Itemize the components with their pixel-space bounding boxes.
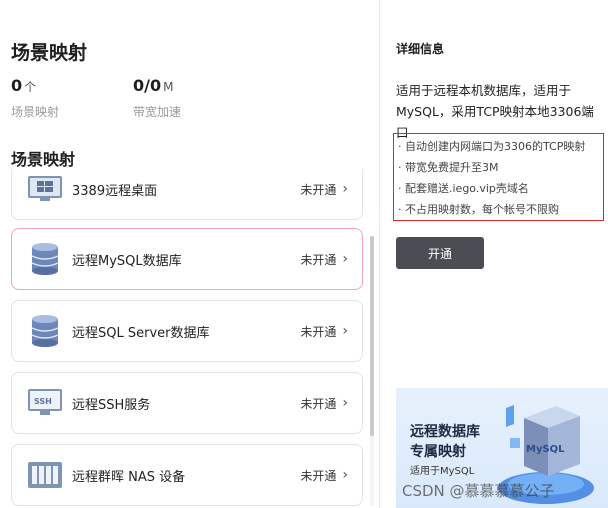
nas-icon	[28, 458, 62, 492]
chevron-right-icon: ›	[342, 251, 348, 267]
page: 场景映射 0个 场景映射 0/0 M 带宽加速 场景映射 3389远程桌面 未开…	[0, 0, 608, 508]
scenario-card-mysql[interactable]: 远程MySQL数据库 未开通 ›	[11, 228, 363, 290]
feature-item: · 带宽免费提升至3M	[398, 161, 499, 174]
section-title: 场景映射	[11, 150, 76, 169]
feature-item: · 不占用映射数，每个帐号不限购	[398, 203, 559, 216]
stat-label: 场景映射	[11, 105, 60, 119]
feature-item: · 自动创建内网端口为3306的TCP映射	[398, 140, 586, 153]
detail-panel: 详细信息 适用于远程本机数据库，适用于MySQL，采用TCP映射本地3306端口…	[381, 0, 608, 508]
scrollbar-thumb[interactable]	[370, 236, 374, 436]
scenario-card-ssh[interactable]: SSH 远程SSH服务 未开通 ›	[11, 372, 363, 434]
scenario-name: 远程MySQL数据库	[72, 253, 182, 269]
database-icon	[28, 242, 62, 276]
stat-unit: M	[163, 80, 174, 94]
banner-line1: 远程数据库	[410, 424, 480, 440]
chevron-right-icon: ›	[342, 323, 348, 339]
scenario-status: 未开通	[300, 182, 337, 197]
chevron-right-icon: ›	[342, 395, 348, 411]
left-panel: 场景映射 0个 场景映射 0/0 M 带宽加速 场景映射 3389远程桌面 未开…	[0, 0, 380, 508]
watermark: CSDN @慕慕慕慕公子	[402, 482, 555, 500]
open-button[interactable]: 开通	[396, 237, 484, 269]
ssh-monitor-icon: SSH	[28, 386, 62, 420]
stat-label: 带宽加速	[133, 105, 182, 119]
page-title: 场景映射	[11, 42, 88, 64]
scenario-name: 远程群晖 NAS 设备	[72, 469, 186, 485]
chevron-right-icon: ›	[342, 467, 348, 483]
chevron-right-icon: ›	[342, 181, 348, 197]
database-icon	[28, 314, 62, 348]
stat-value: 0/0	[133, 76, 162, 95]
scenario-card-nas[interactable]: 远程群晖 NAS 设备 未开通 ›	[11, 444, 363, 506]
scenario-status: 未开通	[300, 324, 337, 339]
stat-bandwidth: 0/0 M 带宽加速	[133, 76, 181, 120]
scenario-list: 3389远程桌面 未开通 › 远程MySQL数据库 未开通 › 远程SQL Se…	[11, 170, 363, 508]
scenario-card-sqlserver[interactable]: 远程SQL Server数据库 未开通 ›	[11, 300, 363, 362]
banner-product-text: MySQL	[526, 444, 565, 455]
scenario-name: 3389远程桌面	[72, 183, 158, 199]
scenario-name: 远程SSH服务	[72, 397, 151, 413]
feature-list: · 自动创建内网端口为3306的TCP映射 · 带宽免费提升至3M · 配套赠送…	[393, 133, 604, 221]
stat-unit: 个	[24, 80, 37, 94]
scenario-card-rdp[interactable]: 3389远程桌面 未开通 ›	[11, 170, 363, 220]
stat-scene-count: 0个 场景映射	[11, 76, 59, 120]
scenario-status: 未开通	[300, 252, 337, 267]
scenario-status: 未开通	[300, 396, 337, 411]
stat-value: 0	[11, 76, 23, 95]
detail-heading: 详细信息	[396, 42, 445, 56]
windows-icon	[28, 172, 62, 206]
svg-text:SSH: SSH	[34, 397, 52, 406]
scenario-name: 远程SQL Server数据库	[72, 325, 210, 341]
scenario-status: 未开通	[300, 468, 337, 483]
banner-line2: 专属映射	[410, 444, 466, 460]
banner-caption: 适用于MySQL	[410, 466, 475, 477]
banner-heading: 远程数据库 专属映射	[410, 422, 480, 462]
feature-item: · 配套赠送.iego.vip壳域名	[398, 182, 529, 195]
